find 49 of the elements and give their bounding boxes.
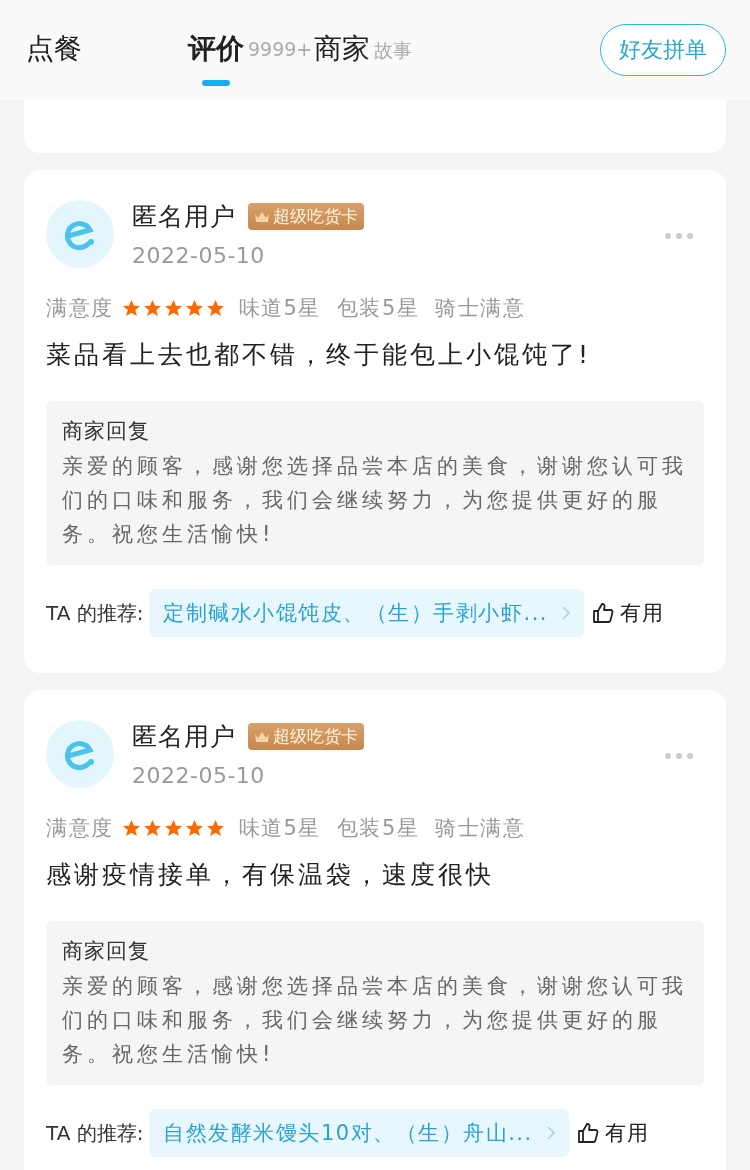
rating-text: 包装5星 xyxy=(336,295,420,322)
rating-text: 骑士满意 xyxy=(435,815,526,842)
reply-text: 亲爱的顾客，感谢您选择品尝本店的美食，谢谢您认可我们的口味和服务，我们会继续努力，为您提供更好的服务。祝您生活愉快! xyxy=(62,973,688,1068)
chevron-icon xyxy=(562,606,570,620)
tab[interactable]: 商家 xyxy=(314,14,371,86)
useful-button[interactable]: 有用 xyxy=(592,599,664,627)
review-text: 感谢疫情接单，有保温袋，速度很快 xyxy=(46,859,495,891)
badge-label: 超级吃货卡 xyxy=(273,205,358,228)
rating-text: 骑士满意 xyxy=(435,295,526,322)
chevron-icon xyxy=(546,1126,555,1140)
tab-suffix: 故事 xyxy=(374,38,413,63)
user-name: 匿名用户 xyxy=(132,201,236,233)
recommend-label: TA 的推荐: xyxy=(46,1119,144,1147)
crown-icon xyxy=(254,730,270,743)
star-icon xyxy=(184,818,204,838)
review-text: 菜品看上去也都不错，终于能包上小馄饨了! xyxy=(46,339,593,371)
review-date: 2022-05-10 xyxy=(132,763,266,788)
more-icon[interactable] xyxy=(664,232,694,240)
tab[interactable]: 评价 xyxy=(188,14,244,86)
crown-icon xyxy=(254,210,270,223)
reply-title: 商家回复 xyxy=(62,938,151,965)
rating-text: 味道5星 xyxy=(238,295,321,322)
review-count: 9999+ xyxy=(248,38,313,60)
satisfaction-label: 满意度 xyxy=(46,815,114,842)
star-icon xyxy=(205,298,225,318)
star-icon xyxy=(163,298,183,318)
avatar-icon xyxy=(46,200,114,268)
review-date: 2022-05-10 xyxy=(132,243,266,268)
recommend-label: TA 的推荐: xyxy=(46,599,144,627)
avatar-icon xyxy=(46,720,114,788)
star-icon xyxy=(121,298,141,318)
reply-text: 亲爱的顾客，感谢您选择品尝本店的美食，谢谢您认可我们的口味和服务，我们会继续努力，为您提供更好的服务。祝您生活愉快! xyxy=(62,453,688,548)
rating-text: 包装5星 xyxy=(336,815,420,842)
useful-button[interactable]: 有用 xyxy=(576,1119,649,1147)
tab[interactable]: 点餐 xyxy=(26,14,82,86)
thumbs-up-icon xyxy=(576,1122,599,1144)
more-icon[interactable] xyxy=(664,752,694,760)
star-icon xyxy=(142,818,162,838)
star-icon xyxy=(142,298,162,318)
thumbs-up-icon xyxy=(592,602,614,624)
satisfaction-label: 满意度 xyxy=(46,295,114,322)
star-icon xyxy=(163,818,183,838)
rating-text: 味道5星 xyxy=(238,815,321,842)
user-name: 匿名用户 xyxy=(132,721,236,753)
star-icon xyxy=(184,298,204,318)
star-icon xyxy=(205,818,225,838)
star-icon xyxy=(121,818,141,838)
badge-label: 超级吃货卡 xyxy=(273,725,358,748)
reply-title: 商家回复 xyxy=(62,418,151,445)
